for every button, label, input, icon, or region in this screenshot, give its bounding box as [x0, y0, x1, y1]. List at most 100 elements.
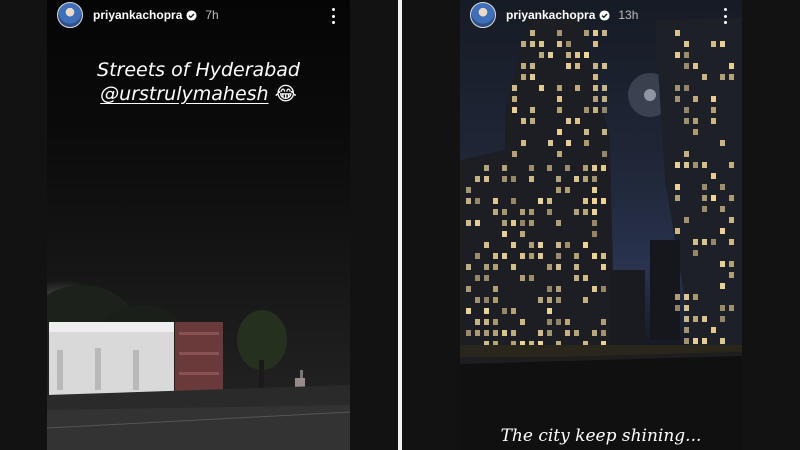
lit-window	[521, 63, 526, 69]
lit-window	[556, 242, 561, 248]
lit-window	[720, 74, 725, 80]
lit-window	[466, 286, 471, 292]
lit-window	[530, 63, 535, 69]
lit-window	[675, 96, 680, 102]
mention-link[interactable]: @urstrulymahesh	[100, 83, 268, 105]
lit-window	[602, 85, 607, 91]
lit-window	[720, 41, 725, 47]
lit-window	[566, 118, 571, 124]
lit-window	[583, 275, 588, 281]
lit-window	[729, 63, 734, 69]
lit-window	[575, 52, 580, 58]
lit-window	[557, 85, 562, 91]
lit-window	[601, 198, 606, 204]
lit-window	[529, 209, 534, 215]
lit-window	[711, 41, 716, 47]
lit-window	[520, 209, 525, 215]
lit-window	[684, 327, 689, 333]
story-panel-right: The city keep shining... priyankachopra …	[402, 0, 800, 450]
lit-window	[601, 286, 606, 292]
lit-window	[493, 264, 498, 270]
post-time: 13h	[618, 8, 639, 22]
lit-window	[711, 118, 716, 124]
lit-window	[475, 198, 480, 204]
lit-window	[711, 96, 716, 102]
lit-window	[484, 330, 489, 336]
lit-window	[602, 30, 607, 36]
lit-window	[592, 231, 597, 237]
lit-window	[539, 52, 544, 58]
lit-window	[592, 220, 597, 226]
lit-window	[601, 253, 606, 259]
lit-window	[574, 176, 579, 182]
lit-window	[502, 165, 507, 171]
avatar[interactable]	[470, 2, 496, 28]
avatar[interactable]	[57, 2, 83, 28]
lit-window	[729, 195, 734, 201]
more-options-icon[interactable]	[718, 8, 732, 24]
lit-window	[484, 176, 489, 182]
lit-window	[530, 30, 535, 36]
caption-text: Streets of Hyderabad	[97, 59, 300, 81]
lit-window	[675, 294, 680, 300]
lit-window	[602, 107, 607, 113]
lit-window	[584, 129, 589, 135]
lit-window	[502, 308, 507, 314]
lit-window	[566, 63, 571, 69]
lit-window	[529, 275, 534, 281]
lit-window	[592, 330, 597, 336]
lit-window	[702, 74, 707, 80]
lit-window	[702, 338, 707, 344]
lit-window	[729, 261, 734, 267]
lit-window	[675, 184, 680, 190]
lit-window	[593, 107, 598, 113]
username[interactable]: priyankachopra	[506, 8, 595, 22]
lit-window	[684, 118, 689, 124]
lit-window	[675, 30, 680, 36]
lit-window	[693, 63, 698, 69]
lit-window	[720, 140, 725, 146]
lit-window	[684, 52, 689, 58]
lit-window	[592, 209, 597, 215]
lit-window	[466, 308, 471, 314]
lit-window	[521, 74, 526, 80]
lit-window	[675, 305, 680, 311]
lit-window	[475, 220, 480, 226]
lit-window	[556, 220, 561, 226]
post-time: 7h	[205, 8, 219, 22]
lit-window	[547, 264, 552, 270]
story-frame-left[interactable]: Streets of Hyderabad @urstrulymahesh 😂 p…	[47, 0, 350, 450]
lit-window	[511, 220, 516, 226]
lit-window	[565, 165, 570, 171]
lit-window	[720, 228, 725, 234]
story-frame-right[interactable]: The city keep shining... priyankachopra …	[460, 0, 742, 450]
story-caption-right: The city keep shining...	[500, 426, 702, 446]
lit-window	[693, 316, 698, 322]
lit-window	[693, 118, 698, 124]
lit-window	[720, 283, 725, 289]
lit-window	[475, 275, 480, 281]
username[interactable]: priyankachopra	[93, 8, 182, 22]
lit-window	[557, 41, 562, 47]
lit-window	[475, 297, 480, 303]
more-options-icon[interactable]	[326, 8, 340, 24]
story-panel-left: Streets of Hyderabad @urstrulymahesh 😂 p…	[0, 0, 398, 450]
lit-window	[584, 52, 589, 58]
lit-window	[711, 239, 716, 245]
lit-window	[684, 162, 689, 168]
city-night-photo	[460, 0, 742, 450]
lit-window	[693, 294, 698, 300]
lit-window	[583, 242, 588, 248]
laughing-emoji: 😂	[274, 83, 297, 105]
lit-window	[511, 264, 516, 270]
lit-window	[538, 253, 543, 259]
lit-window	[529, 165, 534, 171]
lit-window	[521, 118, 526, 124]
lit-window	[693, 162, 698, 168]
lit-window	[574, 253, 579, 259]
lit-window	[729, 74, 734, 80]
lit-window	[484, 275, 489, 281]
lit-window	[475, 176, 480, 182]
lit-window	[601, 330, 606, 336]
lit-window	[675, 85, 680, 91]
